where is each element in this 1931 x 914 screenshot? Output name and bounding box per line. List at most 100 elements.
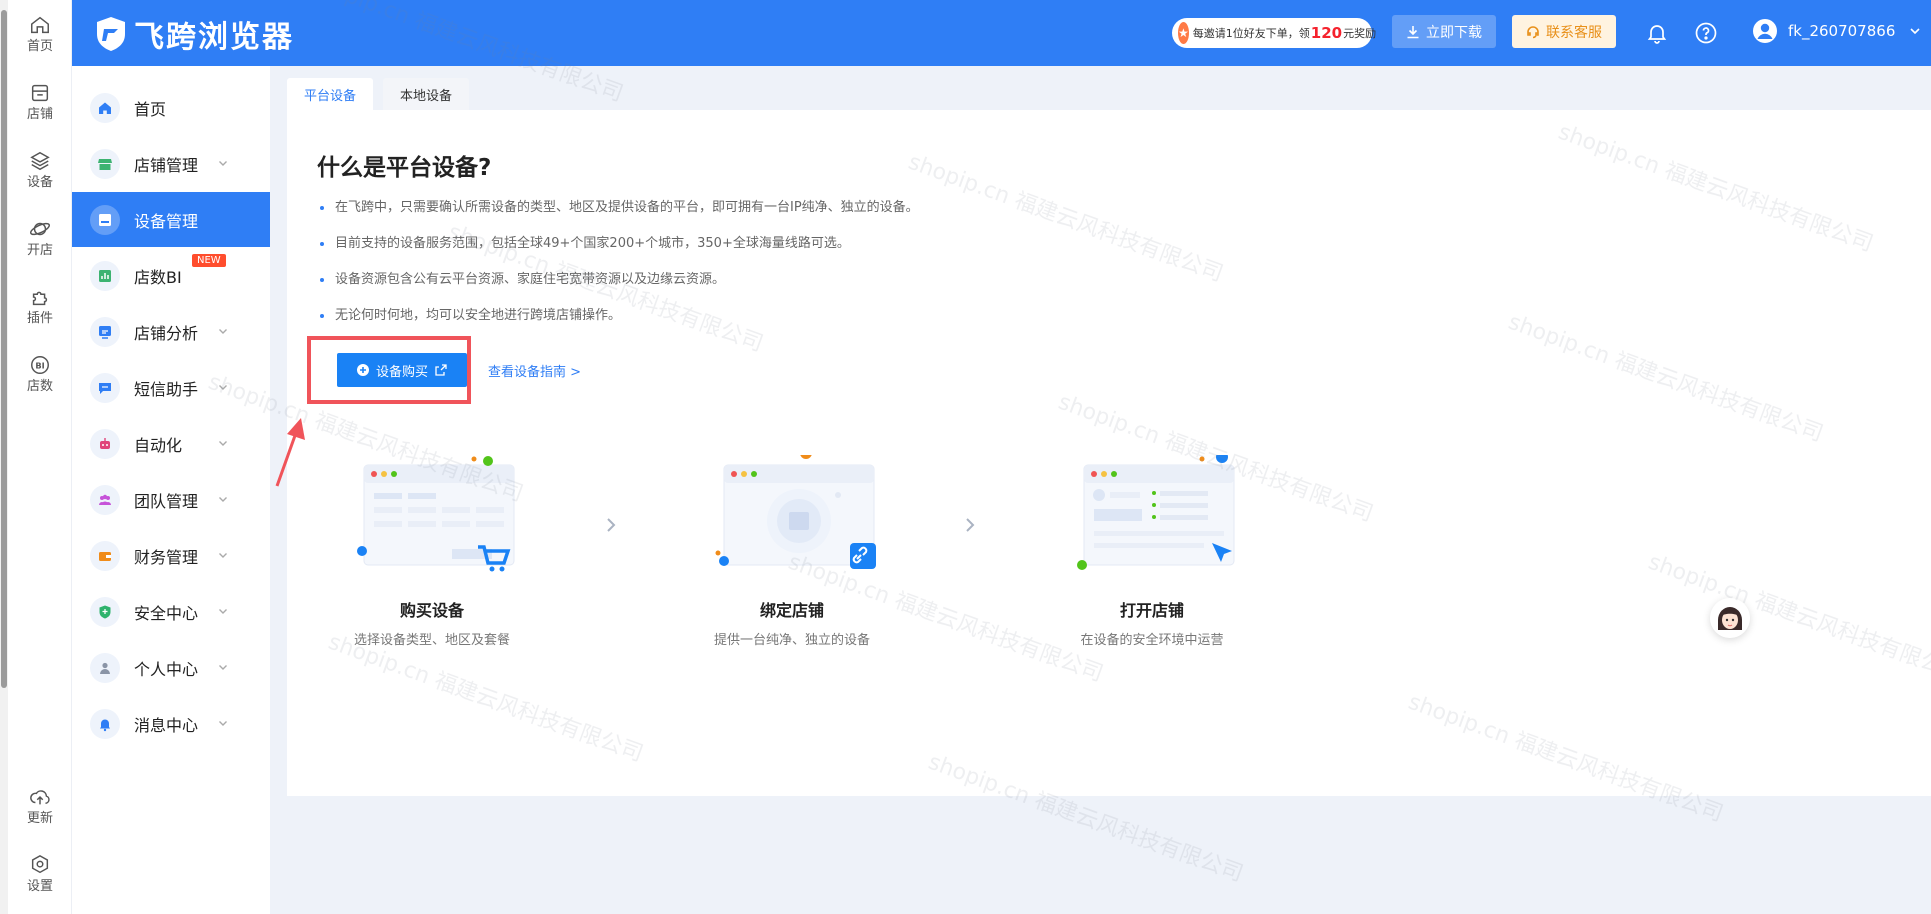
cloud-update-icon — [30, 790, 50, 805]
invite-promo[interactable]: ★ 每邀请1位好友下单，领 120 元奖励 — [1172, 18, 1376, 48]
nav-item-store-bi[interactable]: 店数BI NEW — [72, 248, 270, 303]
assistant-face-icon — [1710, 598, 1750, 638]
step-title: 购买设备 — [399, 601, 464, 620]
nav-label: 店铺管理 — [134, 155, 199, 175]
nav-item-personal-center[interactable]: 个人中心 — [72, 640, 270, 695]
plus-circle-icon — [356, 364, 369, 376]
nav-label: 自动化 — [134, 435, 183, 455]
rail-item-open-store[interactable]: 开店 — [8, 218, 72, 259]
step-title: 绑定店铺 — [759, 601, 824, 620]
feature-list: 在飞跨中，只需要确认所需设备的类型、地区及提供设备的平台，即可拥有一台IP纯净、… — [319, 198, 919, 342]
rail-item-update[interactable]: 更新 — [8, 786, 72, 827]
rail-scrollbar[interactable] — [0, 0, 8, 914]
bell-icon — [100, 719, 110, 731]
rail-item-device[interactable]: 设备 — [8, 150, 72, 191]
analysis-icon — [99, 325, 111, 339]
step-buy-device: 购买设备 选择设备类型、地区及套餐 — [322, 455, 542, 648]
nav-label: 设备管理 — [134, 211, 199, 231]
planet-icon — [29, 222, 51, 236]
gift-icon: ★ — [1178, 22, 1189, 44]
chevron-down-icon — [219, 721, 227, 726]
wallet-icon — [99, 551, 111, 561]
nav-item-sms-assistant[interactable]: 短信助手 — [72, 360, 270, 415]
rail-item-store[interactable]: 店铺 — [8, 82, 72, 123]
device-guide-link[interactable]: 查看设备指南 > — [488, 361, 581, 380]
help-icon[interactable] — [1694, 21, 1718, 45]
chevron-right-icon — [966, 518, 975, 532]
nav-item-team-management[interactable]: 团队管理 — [72, 472, 270, 527]
download-button[interactable]: 立即下载 — [1392, 15, 1496, 48]
home-icon — [31, 16, 49, 34]
step-desc: 提供一台纯净、独立的设备 — [713, 633, 870, 648]
nav-label: 店铺分析 — [134, 323, 199, 343]
nav-item-device-management[interactable]: 设备管理 — [72, 192, 270, 247]
step-desc: 在设备的安全环境中运营 — [1080, 633, 1224, 648]
rail-label: 更新 — [26, 811, 53, 826]
nav-item-store-management[interactable]: 店铺管理 — [72, 136, 270, 191]
chevron-down-icon — [219, 665, 227, 670]
nav-label: 首页 — [134, 99, 167, 119]
page-title: 什么是平台设备? — [317, 155, 492, 181]
team-icon — [99, 494, 111, 505]
rail-item-home[interactable]: 首页 — [8, 14, 72, 55]
nav-label: 安全中心 — [134, 603, 199, 623]
rail-item-settings[interactable]: 设置 — [8, 854, 72, 895]
avatar-icon — [1753, 19, 1777, 43]
nav-item-message-center[interactable]: 消息中心 — [72, 696, 270, 751]
list-item: 设备资源包含公有云平台资源、家庭住宅宽带资源以及边缘云资源。 — [319, 270, 919, 306]
chevron-down-icon — [219, 553, 227, 558]
list-item: 在飞跨中，只需要确认所需设备的类型、地区及提供设备的平台，即可拥有一台IP纯净、… — [319, 198, 919, 234]
chevron-down-icon — [219, 161, 227, 166]
assistant-avatar[interactable] — [1710, 598, 1750, 638]
nav-item-store-analysis[interactable]: 店铺分析 — [72, 304, 270, 359]
nav-item-automation[interactable]: 自动化 — [72, 416, 270, 471]
bell-icon[interactable] — [1645, 21, 1669, 45]
tab-local-device[interactable]: 本地设备 — [383, 78, 470, 110]
buy-device-button[interactable]: 设备购买 — [337, 353, 467, 387]
user-menu[interactable]: fk_260707866 — [1752, 18, 1931, 44]
nav-item-finance-management[interactable]: 财务管理 — [72, 528, 270, 583]
rail-label: 首页 — [26, 39, 53, 54]
nav-label: 店数BI — [134, 267, 182, 287]
nav-item-security-center[interactable]: 安全中心 — [72, 584, 270, 639]
download-label: 立即下载 — [1426, 24, 1482, 41]
left-rail: 首页 店铺 设备 开店 插件 BI 店数 更新 设置 — [0, 0, 72, 914]
layers-icon — [30, 151, 50, 171]
store-icon — [31, 84, 49, 102]
nav-item-home[interactable]: 首页 — [72, 80, 270, 135]
rail-label: 插件 — [26, 311, 53, 326]
rail-label: 设置 — [26, 879, 53, 894]
chevron-down-icon — [219, 385, 227, 390]
buy-device-illustration — [342, 455, 522, 575]
rail-item-bi[interactable]: BI 店数 — [8, 354, 72, 395]
chevron-right-icon — [607, 518, 616, 532]
rail-item-plugin[interactable]: 插件 — [8, 286, 72, 327]
chevron-down-icon — [219, 329, 227, 334]
side-nav: 首页 店铺管理 设备管理 店数BI NEW 店铺分析 短信助手 自动化 团队管理… — [72, 66, 270, 914]
external-link-icon — [435, 364, 447, 376]
top-bar: 飞跨浏览器 ★ 每邀请1位好友下单，领 120 元奖励 立即下载 联系客服 fk_2… — [72, 0, 1931, 66]
username: fk_260707866 — [1788, 22, 1896, 40]
list-item: 目前支持的设备服务范围，包括全球49+个国家200+个城市，350+全球海量线路… — [319, 234, 919, 270]
chevron-down-icon — [219, 609, 227, 614]
app-logo[interactable]: 飞跨浏览器 — [94, 12, 294, 56]
promo-suffix: 元奖励 — [1343, 27, 1377, 40]
tab-platform-device[interactable]: 平台设备 — [287, 78, 374, 110]
step-bind-store: 绑定店铺 提供一台纯净、独立的设备 — [682, 447, 902, 648]
rail-label: 开店 — [26, 243, 53, 258]
chevron-down-icon — [219, 441, 227, 446]
red-arrow-annotation — [275, 418, 305, 487]
nav-label: 短信助手 — [134, 379, 199, 399]
support-label: 联系客服 — [1546, 24, 1602, 41]
chevron-down-icon — [219, 497, 227, 502]
home-icon — [99, 102, 111, 114]
device-icon — [99, 213, 111, 226]
step-desc: 选择设备类型、地区及套餐 — [353, 633, 510, 648]
nav-label: 团队管理 — [134, 491, 199, 511]
bi-icon-text: BI — [35, 361, 44, 371]
nav-label: 财务管理 — [134, 547, 199, 567]
nav-label: 个人中心 — [134, 659, 199, 679]
download-icon — [1407, 25, 1419, 38]
contact-support-button[interactable]: 联系客服 — [1512, 15, 1616, 48]
nav-label: 消息中心 — [134, 715, 199, 735]
